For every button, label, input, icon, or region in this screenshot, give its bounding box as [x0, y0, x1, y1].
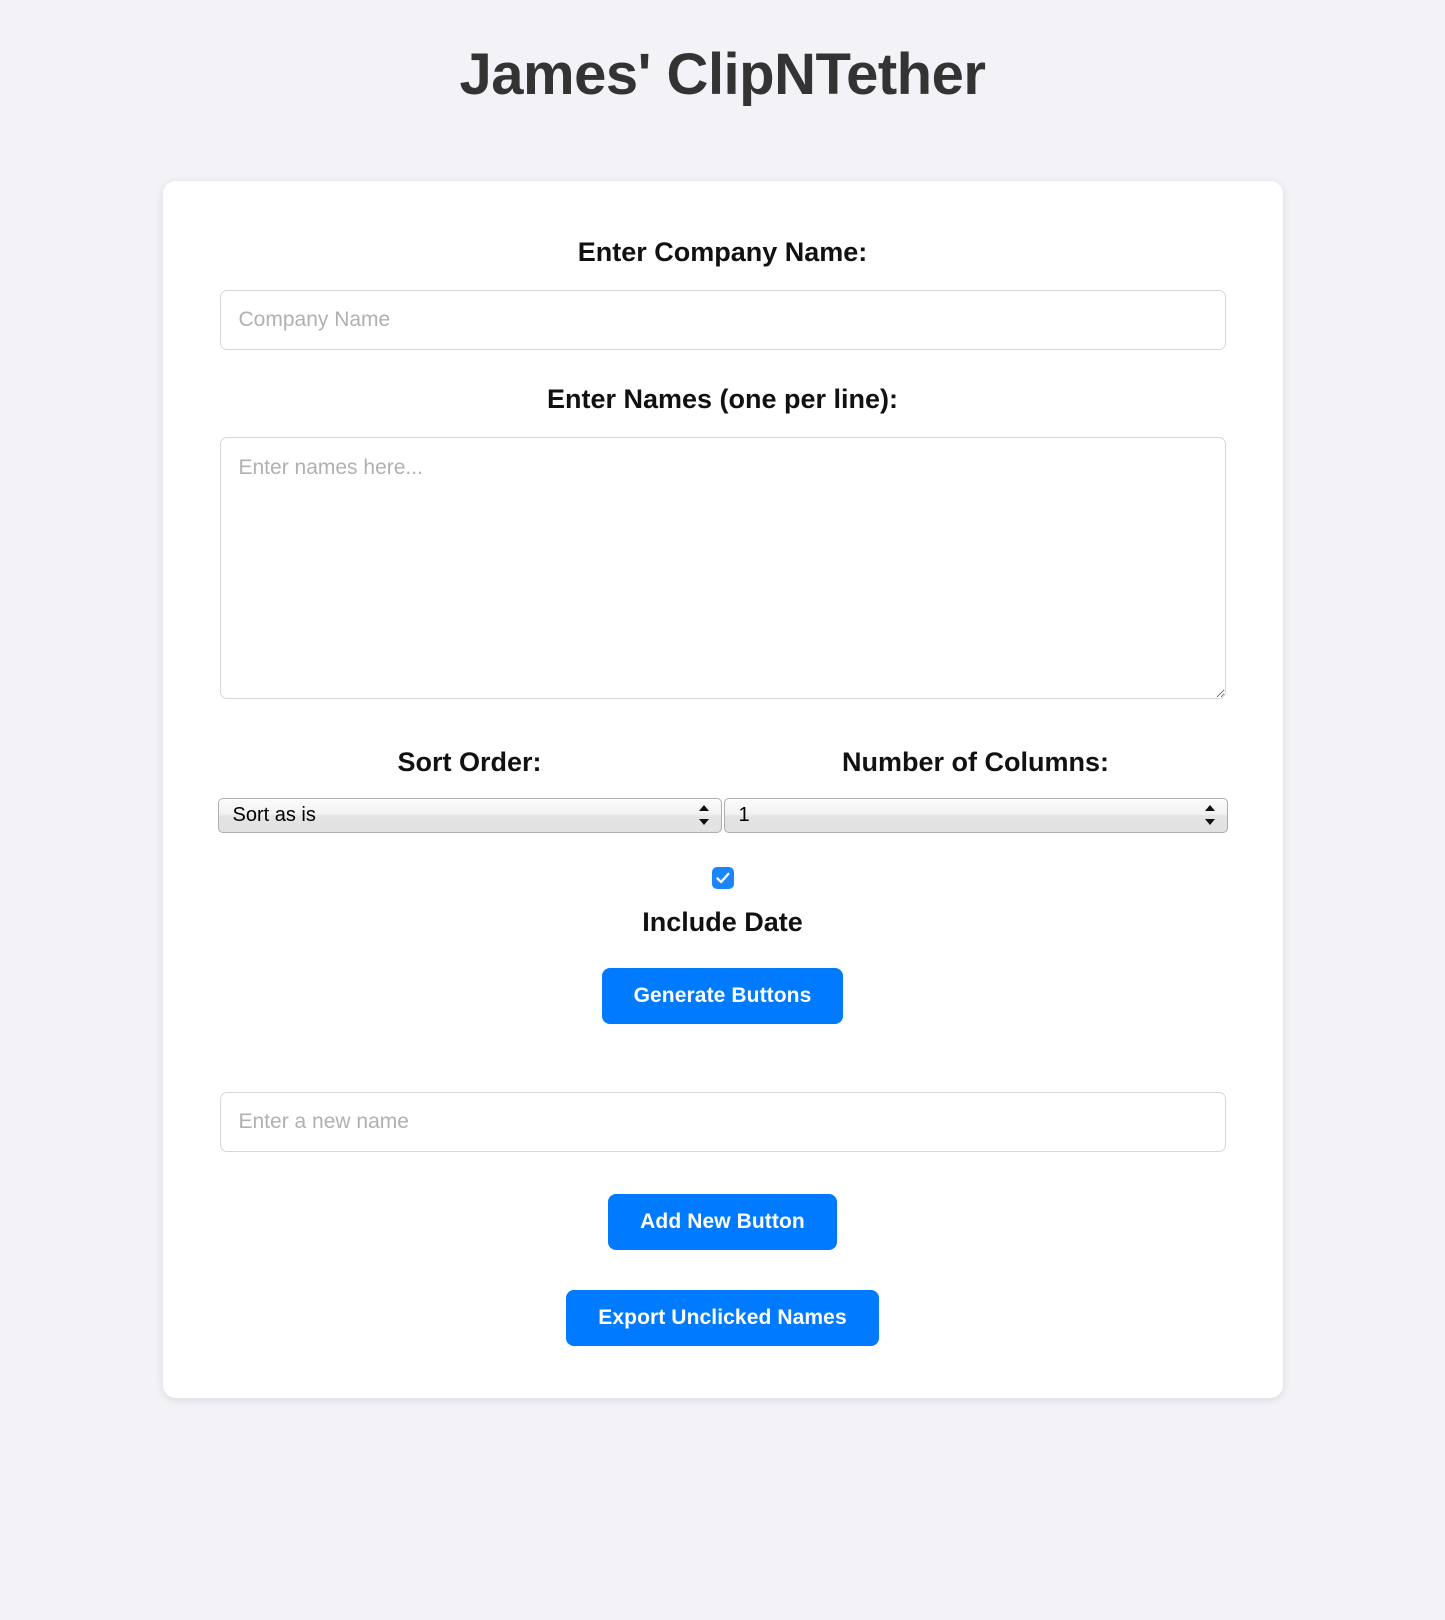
page-title: James' ClipNTether — [459, 42, 986, 107]
company-name-label: Enter Company Name: — [577, 236, 868, 267]
columns-select[interactable]: 1 — [723, 797, 1228, 833]
checkmark-icon — [715, 872, 730, 883]
include-date-label: Include Date — [642, 906, 803, 937]
options-row: Sort Order: Sort as is Number of Columns… — [217, 747, 1229, 833]
sort-order-group: Sort Order: Sort as is — [217, 747, 723, 833]
generate-buttons-button[interactable]: Generate Buttons — [601, 967, 844, 1024]
page-root: James' ClipNTether Enter Company Name: E… — [0, 0, 1445, 1398]
names-label: Enter Names (one per line): — [546, 383, 899, 414]
company-name-input[interactable] — [219, 289, 1226, 350]
include-date-checkbox[interactable] — [711, 866, 734, 889]
main-card: Enter Company Name: Enter Names (one per… — [162, 180, 1283, 1398]
add-new-button[interactable]: Add New Button — [608, 1193, 837, 1250]
include-date-group: Include Date — [217, 866, 1229, 938]
columns-group: Number of Columns: 1 — [723, 747, 1229, 833]
sort-order-select-wrapper: Sort as is — [217, 797, 722, 833]
columns-label: Number of Columns: — [842, 746, 1109, 777]
export-unclicked-names-button[interactable]: Export Unclicked Names — [566, 1289, 879, 1346]
sort-order-label: Sort Order: — [397, 746, 542, 777]
columns-select-wrapper: 1 — [723, 797, 1228, 833]
new-name-input[interactable] — [219, 1091, 1226, 1152]
sort-order-select[interactable]: Sort as is — [217, 797, 722, 833]
names-textarea[interactable] — [219, 436, 1226, 699]
